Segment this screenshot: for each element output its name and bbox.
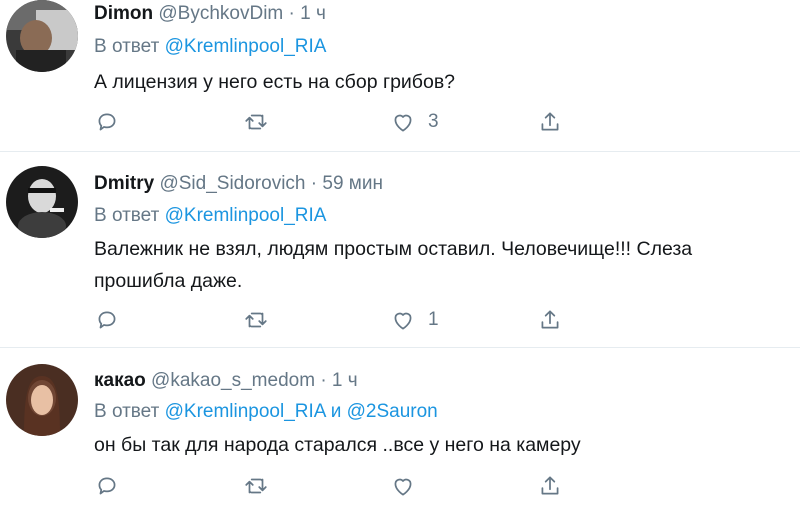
avatar[interactable]: [6, 166, 78, 238]
tweet-1[interactable]: Dimon @BychkovDim · 1 ч В ответ @Kremlin…: [0, 0, 800, 152]
reply-button[interactable]: [94, 108, 120, 136]
retweet-icon: [243, 307, 269, 333]
share-icon: [537, 307, 563, 333]
tweet-text: А лицензия у него есть на сбор грибов?: [94, 71, 456, 93]
reply-mention[interactable]: @Kremlinpool_RIA: [165, 36, 327, 57]
user-handle[interactable]: @kakao_s_medom: [151, 370, 315, 391]
reply-prefix: В ответ: [94, 205, 160, 226]
display-name[interactable]: какао: [94, 370, 146, 391]
reply-icon: [94, 307, 120, 333]
reply-mention-2[interactable]: @2Sauron: [347, 401, 438, 422]
display-name[interactable]: Dmitry: [94, 173, 154, 194]
share-button[interactable]: [537, 306, 563, 334]
reply-button[interactable]: [94, 306, 120, 334]
like-count: 1: [428, 309, 439, 330]
reply-prefix: В ответ: [94, 401, 160, 422]
avatar[interactable]: [6, 364, 78, 436]
tweet-3[interactable]: какао @kakao_s_medom · 1 ч В ответ @Krem…: [0, 348, 800, 508]
reply-mention[interactable]: @Kremlinpool_RIA: [165, 205, 327, 226]
like-count: 3: [428, 111, 439, 132]
reply-icon: [94, 473, 120, 499]
retweet-button[interactable]: [243, 306, 269, 334]
share-button[interactable]: [537, 472, 563, 500]
display-name[interactable]: Dimon: [94, 3, 153, 24]
timestamp[interactable]: 59 мин: [322, 173, 383, 194]
user-handle[interactable]: @Sid_Sidorovich: [159, 173, 305, 194]
retweet-icon: [243, 109, 269, 135]
avatar-image: [6, 0, 78, 72]
reply-mention[interactable]: @Kremlinpool_RIA: [165, 401, 326, 422]
timestamp[interactable]: 1 ч: [300, 3, 326, 24]
reply-button[interactable]: [94, 472, 120, 500]
tweet-2[interactable]: Dmitry @Sid_Sidorovich · 59 мин В ответ …: [0, 152, 800, 348]
avatar-image: [6, 166, 78, 238]
separator-dot: ·: [310, 173, 318, 194]
reply-conjunction: и: [330, 401, 342, 422]
reply-icon: [94, 109, 120, 135]
like-button[interactable]: 3: [390, 108, 439, 136]
share-button[interactable]: [537, 108, 563, 136]
like-icon: [390, 307, 416, 333]
avatar-image: [6, 364, 78, 436]
avatar[interactable]: [6, 0, 78, 72]
retweet-icon: [243, 473, 269, 499]
share-icon: [537, 109, 563, 135]
like-icon: [390, 109, 416, 135]
tweet-text: он бы так для народа старался ..все у не…: [94, 434, 581, 456]
separator-dot: ·: [288, 3, 295, 24]
separator-dot: ·: [320, 370, 327, 391]
timestamp[interactable]: 1 ч: [332, 370, 358, 391]
tweet-text-line-2: прошибла даже.: [94, 270, 243, 292]
share-icon: [537, 473, 563, 499]
tweet-text: Валежник не взял, людям простым оставил.…: [94, 238, 693, 260]
like-button[interactable]: 1: [390, 306, 439, 334]
like-icon: [390, 473, 416, 499]
retweet-button[interactable]: [243, 108, 269, 136]
user-handle[interactable]: @BychkovDim: [158, 3, 283, 24]
reply-prefix: В ответ: [94, 36, 160, 57]
retweet-button[interactable]: [243, 472, 269, 500]
like-button[interactable]: [390, 472, 416, 500]
